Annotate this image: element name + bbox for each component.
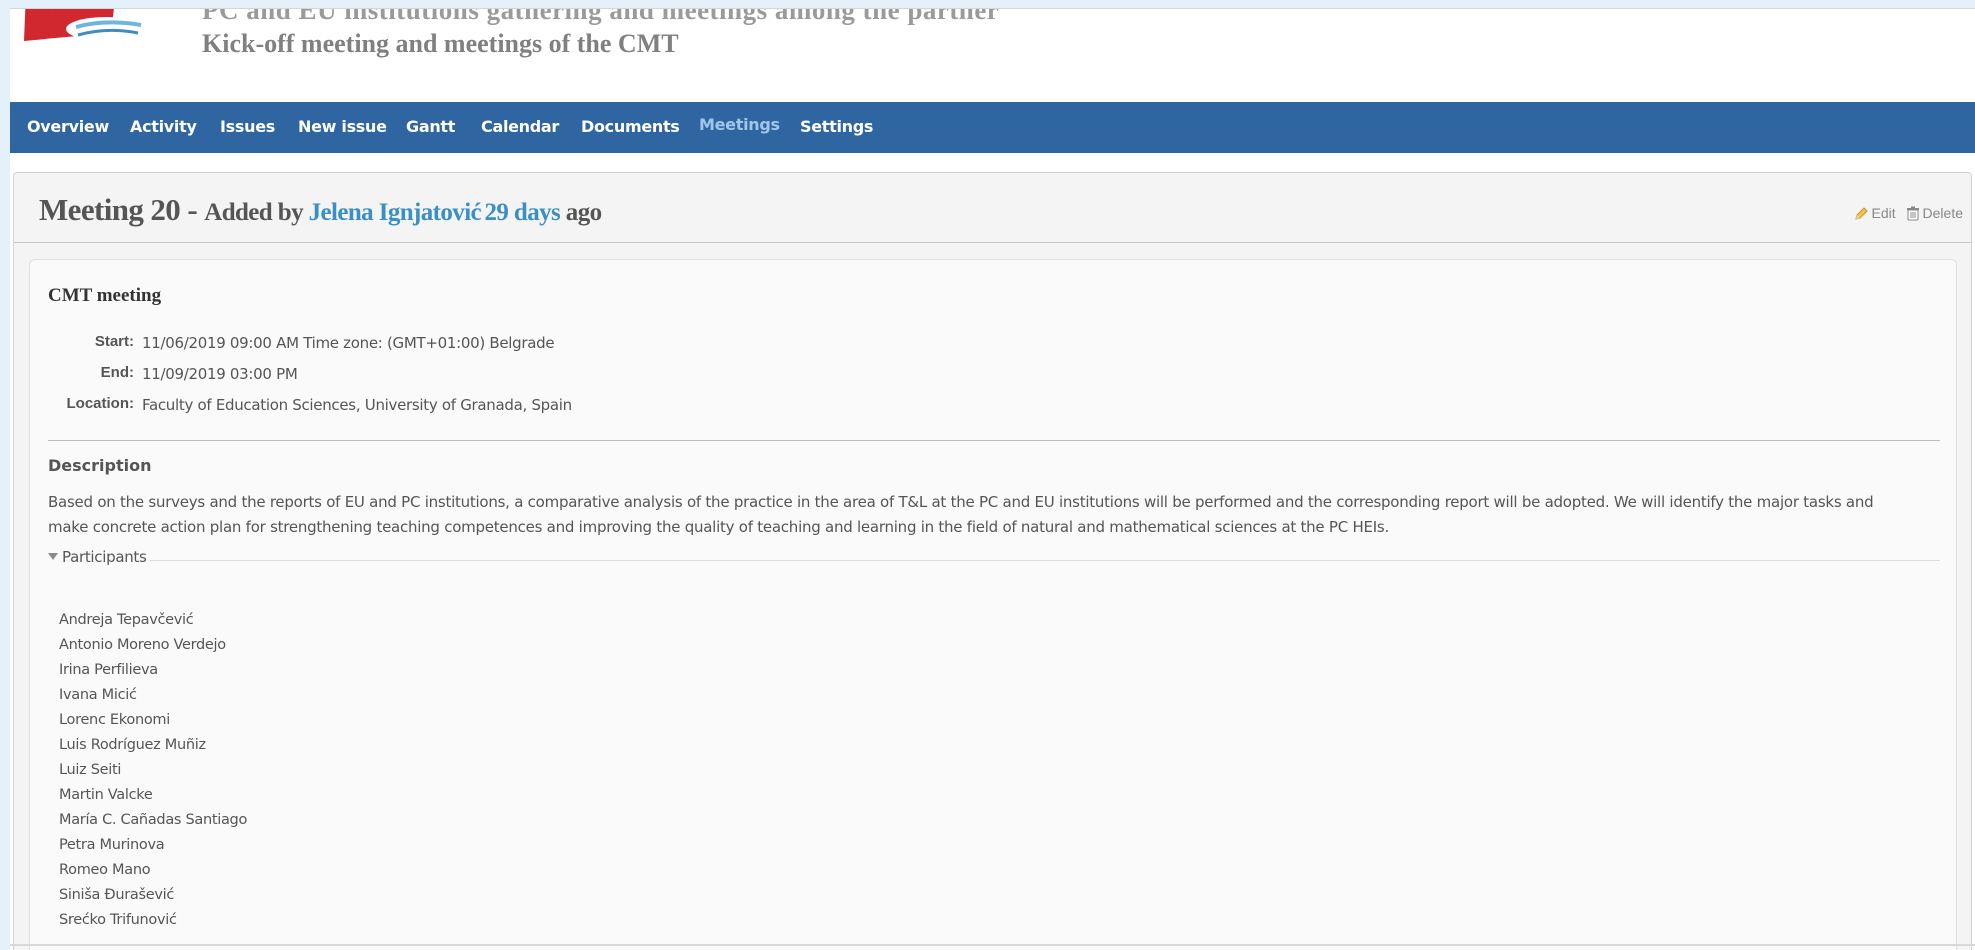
participants-divider [150,560,1940,561]
tab-calendar[interactable]: Calendar [481,117,559,136]
participant-item: Andreja Tepavčević [59,612,194,628]
tab-meetings[interactable]: Meetings [699,115,780,134]
location-label: Location: [66,395,135,412]
start-value: 11/06/2019 09:00 AM Time zone: (GMT+01:0… [142,334,555,352]
project-title[interactable]: Kick-off meeting and meetings of the CMT [202,29,679,59]
tab-overview[interactable]: Overview [27,117,109,136]
age-link[interactable]: 29 days [484,199,560,226]
ago-label: ago [560,199,602,226]
meeting-number: Meeting 20 [39,192,181,227]
added-by-label: Added by [204,199,309,226]
participant-item: Romeo Mano [59,862,151,878]
start-label: Start: [94,333,134,350]
participants-label: Participants [62,548,147,566]
header: PC and EU institutions gathering and mee… [10,9,1975,102]
delete-button[interactable]: Delete [1906,205,1963,221]
participants-list: Andreja Tepavčević Antonio Moreno Verdej… [59,608,247,933]
heading-divider [14,242,1971,243]
triangle-down-icon [48,553,58,560]
participant-item: Antonio Moreno Verdejo [59,637,226,653]
edit-button[interactable]: Edit [1854,205,1896,221]
tab-activity[interactable]: Activity [130,117,197,136]
heading-dash: - [180,192,205,227]
participant-item: Ivana Micić [59,687,137,703]
attributes-divider [48,440,1940,441]
contextual-actions: Edit Delete [1848,205,1963,224]
edit-label: Edit [1871,205,1896,221]
trash-icon [1906,206,1919,220]
delete-label: Delete [1922,205,1963,221]
participant-item: Siniša Đurašević [59,887,175,903]
bottom-divider [10,944,1975,946]
tab-issues[interactable]: Issues [220,117,275,136]
participant-item: Luiz Seiti [59,762,122,778]
pencil-icon [1854,206,1868,220]
tab-documents[interactable]: Documents [581,117,680,136]
participant-item: Martin Valcke [59,787,153,803]
participant-item: Lorenc Ekonomi [59,712,170,728]
description-heading: Description [48,456,152,475]
description-text: Based on the surveys and the reports of … [48,493,1874,536]
author-link[interactable]: Jelena Ignjatović [309,199,482,226]
end-label: End: [100,364,134,381]
participant-item: Luis Rodríguez Muñiz [59,737,206,753]
project-logo[interactable] [16,9,176,51]
tab-new-issue[interactable]: New issue [298,117,387,136]
meeting-heading: Meeting 20 - Added by Jelena Ignjatović … [39,192,602,228]
participant-item: Srećko Trifunović [59,912,177,928]
tab-settings[interactable]: Settings [800,117,873,136]
participant-item: Petra Murinova [59,837,165,853]
participants-toggle[interactable]: Participants [48,548,147,566]
location-value: Faculty of Education Sciences, Universit… [142,396,572,414]
participant-item: Irina Perfilieva [59,662,158,678]
content-area: Meeting 20 - Added by Jelena Ignjatović … [13,172,1972,950]
main-menu: Overview Activity Issues New issue Gantt… [10,102,1975,153]
page: PC and EU institutions gathering and mee… [10,8,1975,950]
meeting-details-panel: CMT meeting Start: 11/06/2019 09:00 AM T… [29,259,1957,950]
meeting-subject: CMT meeting [48,285,162,306]
header-subtitle-cut: PC and EU institutions gathering and mee… [202,8,1000,25]
end-value: 11/09/2019 03:00 PM [142,365,298,383]
participant-item: María C. Cañadas Santiago [59,812,248,828]
tab-gantt[interactable]: Gantt [406,117,455,136]
